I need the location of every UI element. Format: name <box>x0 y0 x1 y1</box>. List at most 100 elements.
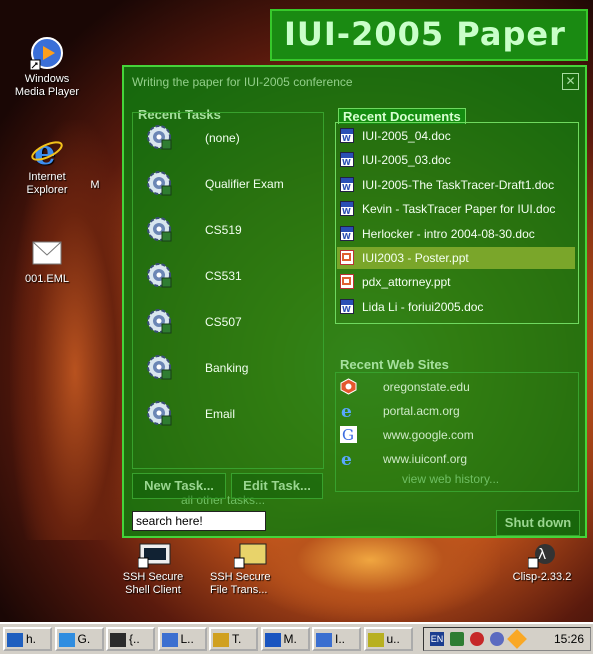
document-item[interactable]: W IUI-2005_03.doc <box>337 149 575 171</box>
ssh-file-transfer-icon <box>234 543 267 569</box>
task-item[interactable]: Qualifier Exam <box>143 165 318 205</box>
taskbar-button[interactable]: I.. <box>312 627 361 651</box>
svg-text:W: W <box>342 134 351 143</box>
desktop-icon-email-file[interactable]: 001.EML <box>2 236 92 286</box>
task-title-banner: IUI-2005 Paper <box>270 9 588 61</box>
document-name: Kevin - TaskTracer Paper for IUI.doc <box>362 202 556 217</box>
shut-down-button[interactable]: Shut down <box>496 510 580 536</box>
document-item[interactable]: W Lida Li - foriui2005.doc <box>337 296 575 318</box>
web-site-item[interactable]: Gwww.google.com <box>338 424 574 446</box>
web-site-item[interactable]: e www.iuiconf.org <box>338 448 574 470</box>
document-name: pdx_attorney.ppt <box>362 275 451 290</box>
taskbar-button[interactable]: M. <box>260 627 310 651</box>
task-gear-icon <box>143 397 175 429</box>
svg-text:e: e <box>341 402 352 419</box>
document-item[interactable]: IUI2003 - Poster.ppt <box>337 247 575 269</box>
taskbar-button-label: u.. <box>386 632 400 646</box>
web-site-url: www.google.com <box>383 428 474 442</box>
taskbar-button-label: T. <box>232 632 242 646</box>
word-document-icon: W <box>340 298 354 314</box>
svg-text:e: e <box>341 450 352 467</box>
taskbar-button[interactable]: L.. <box>157 627 207 651</box>
taskbar-button[interactable]: {.. <box>106 627 155 651</box>
desktop-icon-label: 001.EML <box>24 273 70 285</box>
media-player-icon <box>29 36 64 71</box>
desktop-icon-label: SSH Secure File Trans... <box>210 571 271 596</box>
taskbar: h. G. {.. L.. T. M. I.. u.. EN 15:26 <box>0 622 593 654</box>
document-name: IUI-2005-The TaskTracer-Draft1.doc <box>362 177 555 192</box>
powerpoint-document-icon <box>340 274 354 290</box>
taskbar-app-icon <box>367 632 384 647</box>
desktop-icon-label: Windows Media Player <box>14 73 80 98</box>
taskbar-app-icon <box>7 632 23 647</box>
system-tray: EN 15:26 <box>423 627 591 651</box>
email-file-icon <box>30 236 64 270</box>
internet-explorer-icon: e <box>340 450 357 470</box>
web-site-url: oregonstate.edu <box>383 380 470 394</box>
google-icon: G <box>340 426 357 444</box>
document-name: Lida Li - foriui2005.doc <box>362 299 484 314</box>
close-icon[interactable]: ✕ <box>562 73 579 90</box>
task-item[interactable]: Email <box>143 395 318 435</box>
document-item[interactable]: W Herlocker - intro 2004-08-30.doc <box>337 223 575 245</box>
task-gear-icon <box>143 213 175 245</box>
document-item[interactable]: W IUI-2005-The TaskTracer-Draft1.doc <box>337 174 575 196</box>
taskbar-button[interactable]: T. <box>209 627 258 651</box>
recent-tasks-list: (none) Qualifier Exam CS519 CS531 CS507 Banki… <box>132 112 324 507</box>
task-item[interactable]: CS531 <box>143 257 318 297</box>
task-gear-icon <box>143 351 175 383</box>
document-item[interactable]: pdx_attorney.ppt <box>337 271 575 293</box>
taskbar-button[interactable]: u.. <box>363 627 413 651</box>
language-icon[interactable]: EN <box>430 632 444 646</box>
taskbar-button[interactable]: h. <box>3 627 52 651</box>
panel-title: Writing the paper for IUI-2005 conferenc… <box>132 75 353 89</box>
tray-app-icon[interactable] <box>490 632 504 646</box>
tray-app-icon[interactable] <box>470 632 484 646</box>
svg-text:G: G <box>342 426 354 443</box>
tray-app-icon[interactable] <box>507 629 527 649</box>
word-document-icon: W <box>340 152 354 168</box>
taskbar-button-label: G. <box>77 632 91 646</box>
task-item[interactable]: CS519 <box>143 211 318 251</box>
taskbar-button-label: L.. <box>180 632 194 646</box>
tray-app-icon[interactable] <box>450 632 464 646</box>
edit-task-button[interactable]: Edit Task... <box>231 473 323 499</box>
taskbar-app-icon <box>316 632 332 647</box>
document-name: IUI-2005_03.doc <box>362 153 451 168</box>
partial-desktop-icon-label: M <box>90 179 100 191</box>
web-site-item[interactable]: oregonstate.edu <box>338 376 574 398</box>
search-input[interactable] <box>132 511 266 531</box>
svg-text:W: W <box>342 305 351 314</box>
desktop-icon-label: Clisp-2.33.2 <box>512 571 572 583</box>
document-name: Herlocker - intro 2004-08-30.doc <box>362 226 535 241</box>
task-item[interactable]: (none) <box>143 119 318 159</box>
document-item[interactable]: W IUI-2005_04.doc <box>337 125 575 147</box>
recent-web-sites-heading: Recent Web Sites <box>340 357 449 372</box>
task-gear-icon <box>143 121 175 153</box>
svg-text:λ: λ <box>538 547 546 563</box>
new-task-button[interactable]: New Task... <box>132 473 226 499</box>
task-label: CS519 <box>205 223 242 237</box>
document-item[interactable]: W Kevin - TaskTracer Paper for IUI.doc <box>337 198 575 220</box>
taskbar-clock[interactable]: 15:26 <box>554 632 584 646</box>
task-label: CS507 <box>205 315 242 329</box>
recent-documents-list: W IUI-2005_04.doc W IUI-2005_03.doc W IUI-200… <box>335 122 579 324</box>
document-name: IUI-2005_04.doc <box>362 129 451 143</box>
screen-bottom-edge <box>0 654 593 665</box>
taskbar-button[interactable]: G. <box>54 627 104 651</box>
web-site-url: www.iuiconf.org <box>383 452 468 466</box>
osu-icon <box>340 378 357 395</box>
task-item[interactable]: Banking <box>143 349 318 389</box>
internet-explorer-icon: e <box>30 133 64 173</box>
web-site-item[interactable]: e portal.acm.org <box>338 400 574 422</box>
task-item[interactable]: CS507 <box>143 303 318 343</box>
powerpoint-document-icon <box>340 250 354 265</box>
internet-explorer-icon: e <box>340 402 357 422</box>
desktop-icon-media-player[interactable]: Windows Media Player <box>2 36 92 99</box>
svg-text:W: W <box>342 207 351 216</box>
view-web-history-link[interactable]: view web history... <box>402 472 499 486</box>
task-gear-icon <box>143 259 175 291</box>
word-document-icon: W <box>340 128 354 143</box>
desktop-icon-internet-explorer[interactable]: e Internet Explorer <box>2 133 92 197</box>
svg-text:W: W <box>342 183 351 192</box>
